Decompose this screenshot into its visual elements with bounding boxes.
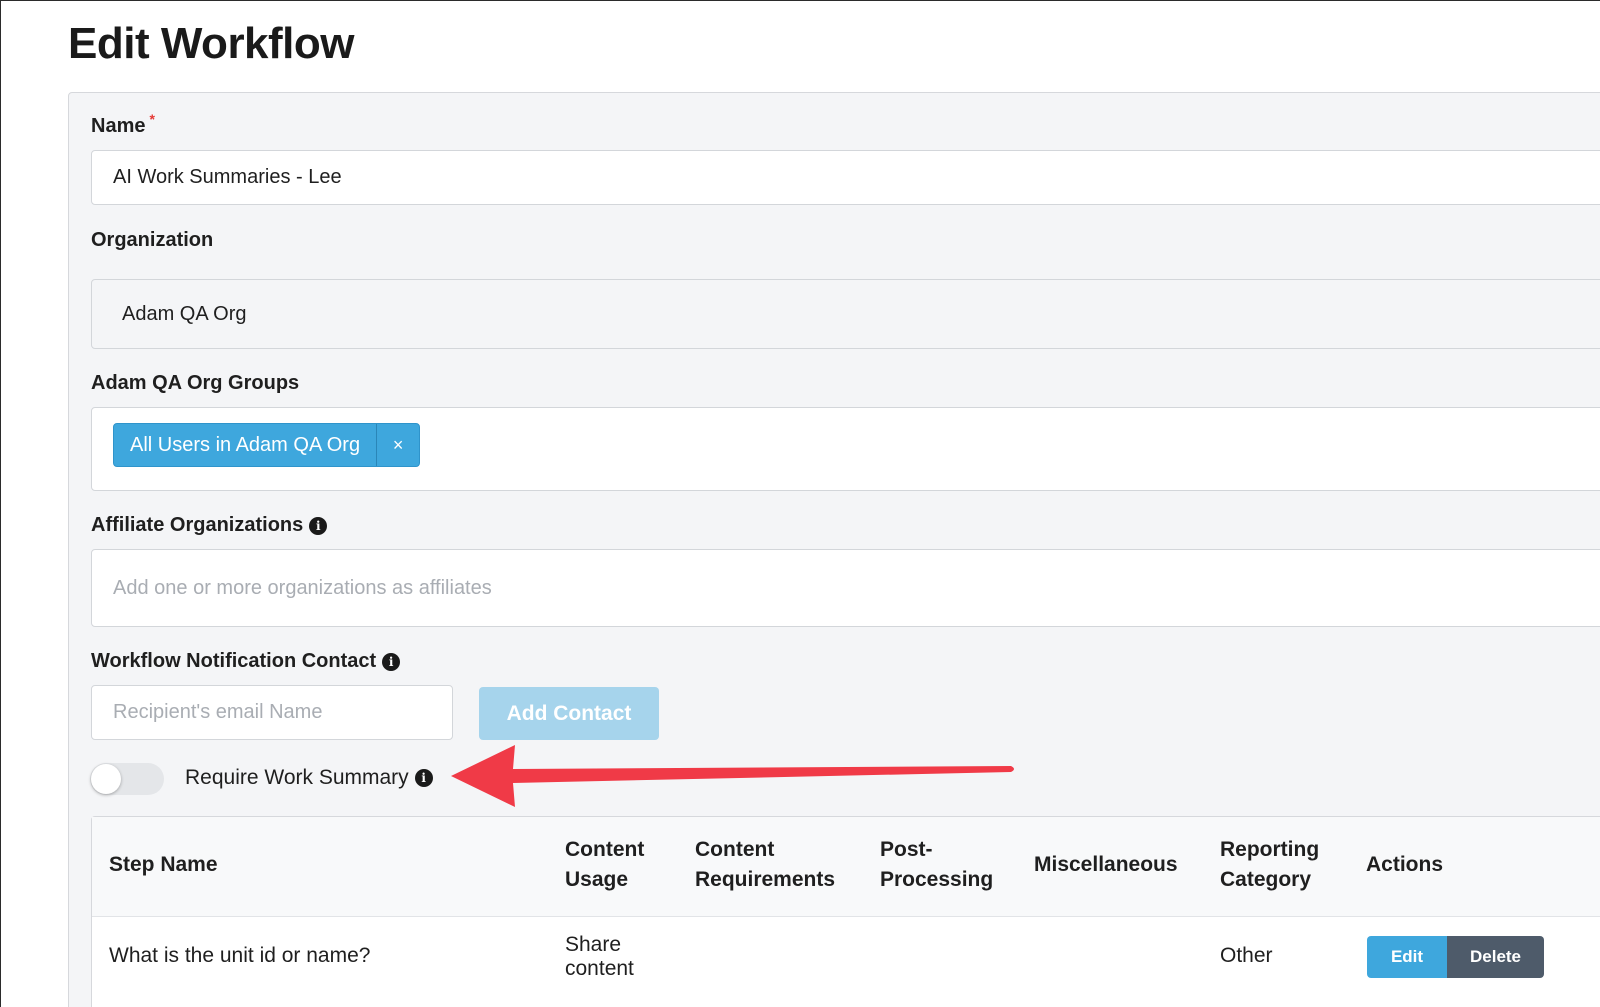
header-actions: Actions — [1366, 853, 1444, 876]
header-reporting-line1: Reporting — [1220, 838, 1320, 861]
name-input-field[interactable] — [113, 166, 1600, 189]
name-input[interactable] — [91, 150, 1600, 205]
header-post-proc-line1: Post- — [880, 838, 933, 861]
app-window: Edit Workflow Name * Organization Adam Q… — [0, 0, 1600, 1007]
steps-table: Step Name Content Usage Content Requirem… — [91, 816, 1600, 1007]
required-marker: * — [149, 110, 155, 127]
group-tag: All Users in Adam QA Org × — [113, 423, 421, 467]
close-icon[interactable]: × — [376, 424, 419, 466]
header-content-requirements: Content Requirements — [695, 835, 835, 895]
info-icon[interactable]: i — [414, 769, 433, 787]
table-row-reporting-category: Other — [1220, 944, 1273, 967]
header-post-proc-line2: Processing — [880, 868, 994, 891]
organization-value: Adam QA Org — [122, 302, 247, 325]
annotation-arrow-icon — [451, 745, 1014, 807]
content-usage-line2: content — [565, 957, 634, 980]
edit-step-button[interactable]: Edit — [1367, 936, 1447, 978]
name-label-text: Name — [91, 115, 146, 137]
organization-label-text: Organization — [91, 229, 214, 251]
header-reporting-line2: Category — [1220, 868, 1312, 891]
affiliates-label: Affiliate Organizations i — [91, 514, 328, 537]
recipient-email-field[interactable] — [113, 701, 452, 724]
header-content-usage: Content Usage — [565, 835, 644, 895]
groups-label: Adam QA Org Groups — [91, 372, 299, 395]
table-row-step-name: What is the unit id or name? — [109, 944, 371, 967]
affiliates-input-field[interactable] — [113, 576, 1600, 600]
table-row-content-usage: Share content — [565, 933, 634, 981]
affiliates-input[interactable] — [91, 549, 1600, 627]
notification-label-text: Workflow Notification Contact — [91, 650, 377, 672]
work-summary-toggle[interactable] — [90, 763, 164, 795]
name-label: Name * — [91, 111, 155, 138]
content-usage-line1: Share — [565, 933, 622, 956]
header-content-usage-line2: Usage — [565, 868, 629, 891]
work-summary-label-text: Require Work Summary — [185, 766, 409, 789]
organization-field: Adam QA Org — [91, 279, 1600, 349]
info-icon[interactable]: i — [309, 516, 328, 535]
header-miscellaneous: Miscellaneous — [1034, 853, 1178, 876]
add-contact-button[interactable]: Add Contact — [479, 687, 659, 740]
group-tag-label: All Users in Adam QA Org — [130, 433, 361, 456]
groups-label-text: Adam QA Org Groups — [91, 372, 300, 394]
organization-label: Organization — [91, 229, 213, 252]
header-step-name: Step Name — [109, 853, 218, 876]
header-content-req-line1: Content — [695, 838, 775, 861]
header-content-req-line2: Requirements — [695, 868, 836, 891]
recipient-email-input[interactable] — [91, 685, 453, 740]
notification-label: Workflow Notification Contact i — [91, 650, 401, 673]
header-post-processing: Post- Processing — [880, 835, 993, 895]
header-content-usage-line1: Content — [565, 838, 645, 861]
delete-step-button[interactable]: Delete — [1447, 936, 1544, 978]
affiliates-label-text: Affiliate Organizations — [91, 514, 304, 536]
header-reporting-category: Reporting Category — [1220, 835, 1319, 895]
page-title: Edit Workflow — [68, 19, 355, 68]
toggle-knob — [91, 764, 121, 794]
info-icon[interactable]: i — [382, 652, 401, 671]
work-summary-label: Require Work Summary i — [185, 766, 433, 790]
